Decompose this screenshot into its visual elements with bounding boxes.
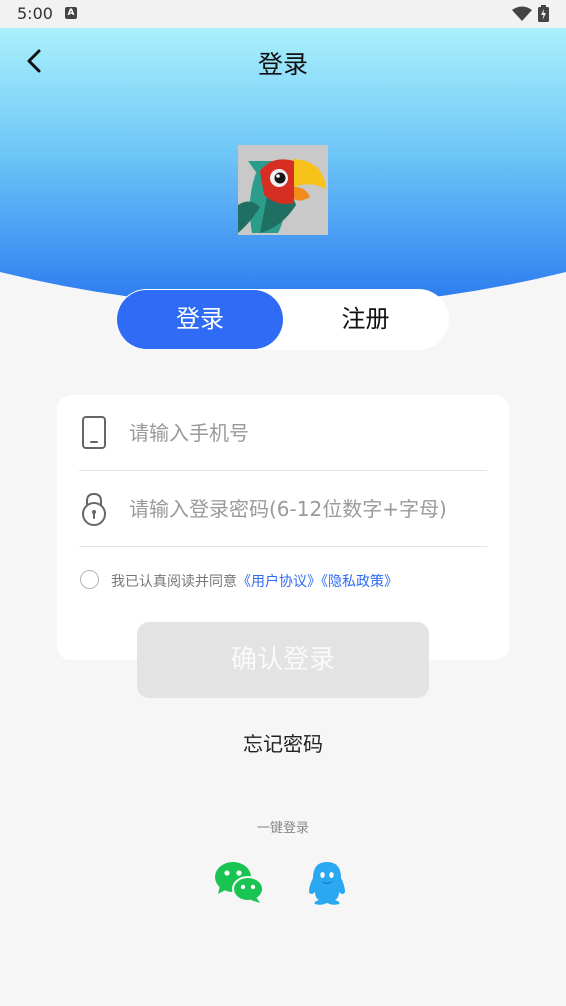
phone-icon bbox=[82, 416, 106, 449]
wechat-icon bbox=[215, 862, 264, 903]
page-title: 登录 bbox=[257, 50, 308, 79]
parrot-logo-icon bbox=[238, 145, 328, 235]
auth-tabs: 登录 注册 bbox=[116, 289, 449, 350]
tab-register[interactable]: 注册 bbox=[283, 290, 448, 349]
agreement-checkbox[interactable] bbox=[80, 570, 99, 589]
phone-input[interactable] bbox=[129, 413, 479, 453]
privacy-policy-link[interactable]: 《隐私政策》 bbox=[321, 574, 398, 590]
password-input[interactable] bbox=[129, 489, 479, 529]
status-time: 5:00 bbox=[17, 4, 53, 23]
a-badge-icon: A bbox=[65, 7, 77, 19]
password-field bbox=[79, 471, 487, 547]
field-divider bbox=[79, 546, 487, 547]
wifi-icon bbox=[512, 6, 532, 21]
agreement-text: 我已认真阅读并同意《用户协议》《隐私政策》 bbox=[111, 571, 398, 591]
quick-login-label: 一键登录 bbox=[256, 821, 309, 836]
lock-icon bbox=[82, 492, 106, 526]
agreement-prefix: 我已认真阅读并同意 bbox=[111, 574, 237, 590]
battery-charging-icon bbox=[538, 5, 549, 22]
tab-login[interactable]: 登录 bbox=[117, 290, 283, 349]
wechat-login-button[interactable] bbox=[214, 860, 264, 904]
confirm-login-button[interactable]: 确认登录 bbox=[137, 622, 429, 698]
phone-field bbox=[79, 395, 487, 471]
qq-login-button[interactable] bbox=[305, 860, 349, 906]
qq-icon bbox=[309, 862, 345, 905]
status-bar: 5:00 A bbox=[0, 0, 566, 28]
login-form-card: 我已认真阅读并同意《用户协议》《隐私政策》 bbox=[57, 395, 509, 660]
forgot-password-link[interactable]: 忘记密码 bbox=[0, 728, 566, 757]
user-agreement-link[interactable]: 《用户协议》 bbox=[237, 574, 321, 590]
